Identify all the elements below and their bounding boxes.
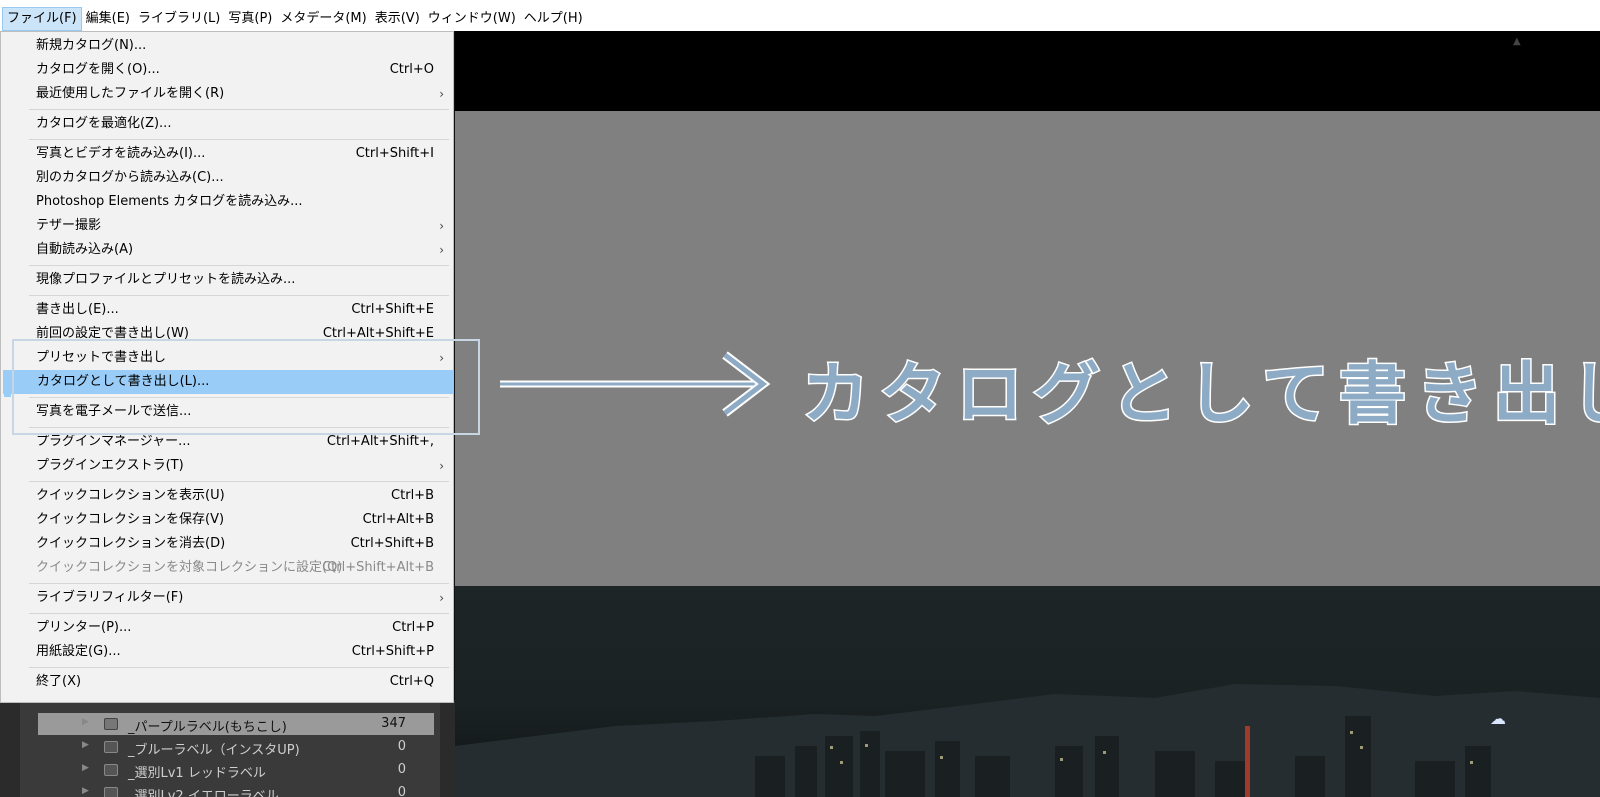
menu-item-new-catalog[interactable]: 新規カタログ(N)... [2,34,452,58]
menu-item-import-pse[interactable]: Photoshop Elements カタログを読み込み... [2,190,452,214]
expand-triangle-icon[interactable]: ▶ [82,740,89,750]
menu-item-auto-import[interactable]: 自動読み込み(A) › [2,238,452,262]
menu-edit[interactable]: 編集(E) [82,7,134,31]
menu-bar: ファイル(F) 編集(E) ライブラリ(L) 写真(P) メタデータ(M) 表示… [0,0,1600,31]
collection-count: 347 [381,716,406,731]
collection-row[interactable]: ▶ _パープルラベル(もちこし) 347 [38,713,434,735]
collection-name: _選別Lv1 レッドラベル [128,766,266,781]
submenu-arrow-icon: › [439,459,444,473]
collection-count: 0 [397,762,406,777]
menu-separator [29,667,449,668]
panel-collapse-triangle-icon[interactable]: ▲ [1513,36,1521,47]
menu-item-import-from-catalog[interactable]: 別のカタログから読み込み(C)... [2,166,452,190]
menu-item-set-target-collection: クイックコレクションを対象コレクションに設定(Q) Ctrl+Shift+Alt+… [36,560,434,575]
menu-library[interactable]: ライブラリ(L) [134,7,224,31]
collection-icon [104,741,118,753]
menu-item-open-catalog[interactable]: カタログを開く(O)... Ctrl+O [2,58,452,82]
collection-icon [104,764,118,776]
selection-marker [4,373,11,397]
menu-separator [29,139,449,140]
menu-separator [29,295,449,296]
expand-triangle-icon[interactable]: ▶ [82,717,89,727]
photo-preview: ☁ [455,586,1600,797]
collection-name: _ブルーラベル（インスタUP) [128,743,300,758]
menu-item-optimize-catalog[interactable]: カタログを最適化(Z)... [2,112,452,136]
menu-item-import[interactable]: 写真とビデオを読み込み(I)... Ctrl+Shift+I [2,142,452,166]
submenu-arrow-icon: › [439,591,444,605]
menu-window[interactable]: ウィンドウ(W) [424,7,520,31]
submenu-arrow-icon: › [439,243,444,257]
menu-item-exit[interactable]: 終了(X) Ctrl+Q [2,670,452,694]
menu-file[interactable]: ファイル(F) [2,6,82,31]
menu-view[interactable]: 表示(V) [371,7,424,31]
menu-item-page-setup[interactable]: 用紙設定(G)... Ctrl+Shift+P [2,640,452,664]
menu-separator [29,109,449,110]
menu-item-open-recent[interactable]: 最近使用したファイルを開く(R) › [2,82,452,106]
top-panel [455,31,1600,111]
menu-item-library-filter[interactable]: ライブラリフィルター(F) › [2,586,452,610]
collection-row[interactable]: ▶ _ブルーラベル（インスタUP) 0 [38,736,434,758]
menu-item-show-quick-collection[interactable]: クイックコレクションを表示(U) Ctrl+B [2,484,452,508]
menu-help[interactable]: ヘルプ(H) [520,7,587,31]
city-night-photo: ☁ [455,684,1600,797]
menu-item-plugin-extras[interactable]: プラグインエクストラ(T) › [2,454,452,478]
collection-name: _パープルラベル(もちこし) [128,720,287,735]
menu-item-export[interactable]: 書き出し(E)... Ctrl+Shift+E [2,298,452,322]
annotation-label: カタログとして書き出し [801,354,1600,435]
collection-count: 0 [397,739,406,754]
submenu-arrow-icon: › [439,219,444,233]
arrow-icon [500,351,771,417]
menu-separator [29,481,449,482]
menu-separator [29,613,449,614]
collection-icon [104,718,118,730]
expand-triangle-icon[interactable]: ▶ [82,786,89,796]
collection-row[interactable]: ▶ _選別Lv2 イエローラベル 0 [38,782,434,797]
menu-metadata[interactable]: メタデータ(M) [276,7,370,31]
expand-triangle-icon[interactable]: ▶ [82,763,89,773]
menu-separator [29,265,449,266]
menu-item-import-profiles[interactable]: 現像プロファイルとプリセットを読み込み... [2,268,452,292]
menu-item-printer[interactable]: プリンター(P)... Ctrl+P [2,616,452,640]
menu-item-save-quick-collection[interactable]: クイックコレクションを保存(V) Ctrl+Alt+B [2,508,452,532]
collection-icon [104,787,118,797]
highlight-box [12,339,480,435]
svg-text:☁: ☁ [1490,709,1506,728]
collections-panel: ▶ _パープルラベル(もちこし) 347 ▶ _ブルーラベル（インスタUP) 0… [0,700,455,797]
submenu-arrow-icon: › [439,87,444,101]
menu-item-tethered-capture[interactable]: テザー撮影 › [2,214,452,238]
collection-name: _選別Lv2 イエローラベル [128,789,279,797]
menu-item-clear-quick-collection[interactable]: クイックコレクションを消去(D) Ctrl+Shift+B [2,532,452,556]
collection-count: 0 [397,785,406,797]
collection-row[interactable]: ▶ _選別Lv1 レッドラベル 0 [38,759,434,781]
menu-separator [29,583,449,584]
menu-photo[interactable]: 写真(P) [224,7,276,31]
